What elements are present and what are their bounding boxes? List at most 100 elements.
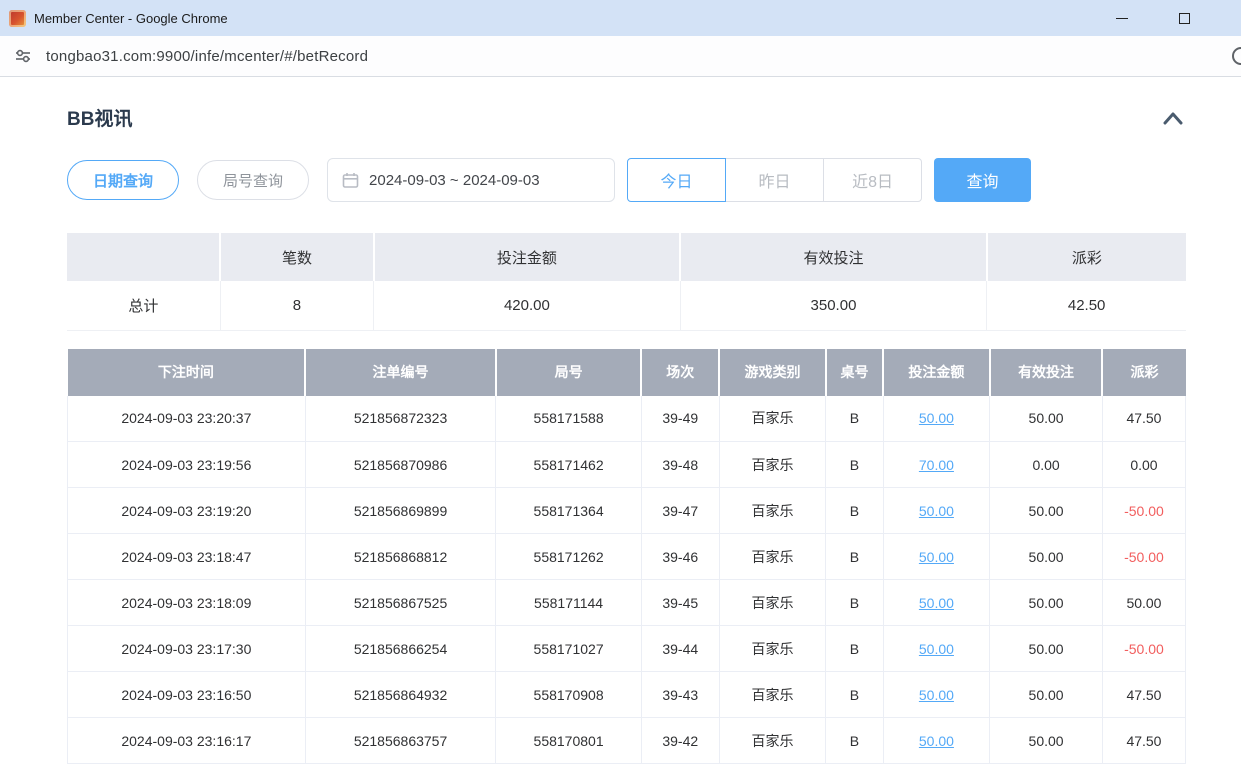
valid-bet: 50.00 xyxy=(990,396,1103,442)
payout: -50.00 xyxy=(1102,626,1185,672)
valid-bet: 50.00 xyxy=(990,488,1103,534)
header-bet-id: 注单编号 xyxy=(305,349,496,396)
game-type: 百家乐 xyxy=(719,580,826,626)
date-range-value: 2024-09-03 ~ 2024-09-03 xyxy=(369,172,540,189)
minimize-icon xyxy=(1116,18,1128,19)
round-id: 558171462 xyxy=(496,442,642,488)
table-row: 2024-09-03 23:19:56 521856870986 5581714… xyxy=(68,442,1186,488)
search-button[interactable]: 查询 xyxy=(934,158,1031,202)
window-controls xyxy=(1111,0,1195,36)
bet-record-table: 下注时间 注单编号 局号 场次 游戏类别 桌号 投注金额 有效投注 派彩 202… xyxy=(67,349,1186,765)
summary-header-payout: 派彩 xyxy=(987,233,1186,281)
collapse-button[interactable] xyxy=(1160,107,1186,129)
bet-time: 2024-09-03 23:16:50 xyxy=(68,672,306,718)
date-range-picker[interactable]: 2024-09-03 ~ 2024-09-03 xyxy=(327,158,615,202)
summary-header-row: 笔数 投注金额 有效投注 派彩 xyxy=(67,233,1186,281)
summary-table: 笔数 投注金额 有效投注 派彩 总计 8 420.00 350.00 42.50 xyxy=(67,233,1186,331)
game-type: 百家乐 xyxy=(719,672,826,718)
payout: 47.50 xyxy=(1102,396,1185,442)
maximize-button[interactable] xyxy=(1173,7,1195,29)
valid-bet: 50.00 xyxy=(990,718,1103,764)
bet-amount-link[interactable]: 50.00 xyxy=(919,641,954,657)
table-no: B xyxy=(826,580,883,626)
table-header-row: 下注时间 注单编号 局号 场次 游戏类别 桌号 投注金额 有效投注 派彩 xyxy=(68,349,1186,396)
bet-amount-link[interactable]: 50.00 xyxy=(919,503,954,519)
valid-bet: 50.00 xyxy=(990,672,1103,718)
summary-total-bet-amount: 420.00 xyxy=(374,281,681,330)
tune-icon[interactable] xyxy=(12,45,34,67)
bet-amount-link[interactable]: 50.00 xyxy=(919,410,954,426)
summary-header-bet-amount: 投注金额 xyxy=(374,233,681,281)
round-query-tab[interactable]: 局号查询 xyxy=(197,160,309,200)
payout: -50.00 xyxy=(1102,488,1185,534)
summary-total-valid-bet: 350.00 xyxy=(680,281,987,330)
yesterday-button[interactable]: 昨日 xyxy=(725,158,824,202)
url-bar[interactable]: tongbao31.com:9900/infe/mcenter/#/betRec… xyxy=(0,36,1241,77)
table-row: 2024-09-03 23:18:47 521856868812 5581712… xyxy=(68,534,1186,580)
summary-total-label: 总计 xyxy=(67,281,220,330)
bet-time: 2024-09-03 23:16:17 xyxy=(68,718,306,764)
today-button[interactable]: 今日 xyxy=(627,158,726,202)
url-text[interactable]: tongbao31.com:9900/infe/mcenter/#/betRec… xyxy=(46,48,368,65)
round-id: 558170801 xyxy=(496,718,642,764)
game-type: 百家乐 xyxy=(719,626,826,672)
app-icon xyxy=(9,10,26,27)
calendar-icon xyxy=(342,172,359,189)
table-no: B xyxy=(826,488,883,534)
bet-time: 2024-09-03 23:19:20 xyxy=(68,488,306,534)
bet-id: 521856863757 xyxy=(305,718,496,764)
bet-time: 2024-09-03 23:19:56 xyxy=(68,442,306,488)
bet-amount-link[interactable]: 50.00 xyxy=(919,733,954,749)
payout: 50.00 xyxy=(1102,580,1185,626)
table-row: 2024-09-03 23:19:20 521856869899 5581713… xyxy=(68,488,1186,534)
round-id: 558171364 xyxy=(496,488,642,534)
valid-bet: 50.00 xyxy=(990,626,1103,672)
session: 39-49 xyxy=(641,396,719,442)
bet-id: 521856868812 xyxy=(305,534,496,580)
minimize-button[interactable] xyxy=(1111,7,1133,29)
header-bet-time: 下注时间 xyxy=(68,349,306,396)
window-title: Member Center - Google Chrome xyxy=(34,11,228,26)
summary-header-valid-bet: 有效投注 xyxy=(680,233,987,281)
date-query-tab[interactable]: 日期查询 xyxy=(67,160,179,200)
round-id: 558171027 xyxy=(496,626,642,672)
header-game-type: 游戏类别 xyxy=(719,349,826,396)
summary-total-row: 总计 8 420.00 350.00 42.50 xyxy=(67,281,1186,330)
game-type: 百家乐 xyxy=(719,718,826,764)
maximize-icon xyxy=(1179,13,1190,24)
valid-bet: 50.00 xyxy=(990,580,1103,626)
header-bet-amount: 投注金额 xyxy=(883,349,990,396)
header-valid-bet: 有效投注 xyxy=(990,349,1103,396)
round-id: 558171588 xyxy=(496,396,642,442)
round-id: 558171262 xyxy=(496,534,642,580)
bet-amount-link[interactable]: 50.00 xyxy=(919,595,954,611)
table-row: 2024-09-03 23:20:37 521856872323 5581715… xyxy=(68,396,1186,442)
bet-id: 521856870986 xyxy=(305,442,496,488)
header-table-no: 桌号 xyxy=(826,349,883,396)
table-no: B xyxy=(826,672,883,718)
session: 39-42 xyxy=(641,718,719,764)
header-session: 场次 xyxy=(641,349,719,396)
table-no: B xyxy=(826,396,883,442)
bet-amount-link[interactable]: 50.00 xyxy=(919,549,954,565)
profile-icon[interactable] xyxy=(1232,47,1241,65)
session: 39-45 xyxy=(641,580,719,626)
session: 39-47 xyxy=(641,488,719,534)
bet-amount-link[interactable]: 70.00 xyxy=(919,457,954,473)
game-type: 百家乐 xyxy=(719,442,826,488)
payout: 47.50 xyxy=(1102,672,1185,718)
valid-bet: 0.00 xyxy=(990,442,1103,488)
summary-header-count: 笔数 xyxy=(220,233,373,281)
payout: 0.00 xyxy=(1102,442,1185,488)
browser-titlebar: Member Center - Google Chrome xyxy=(0,0,1241,36)
bet-id: 521856866254 xyxy=(305,626,496,672)
summary-total-payout: 42.50 xyxy=(987,281,1186,330)
bet-time: 2024-09-03 23:18:47 xyxy=(68,534,306,580)
bet-id: 521856864932 xyxy=(305,672,496,718)
payout: 47.50 xyxy=(1102,718,1185,764)
bet-amount-link[interactable]: 50.00 xyxy=(919,687,954,703)
round-id: 558171144 xyxy=(496,580,642,626)
last-8-days-button[interactable]: 近8日 xyxy=(823,158,922,202)
table-no: B xyxy=(826,626,883,672)
session: 39-43 xyxy=(641,672,719,718)
